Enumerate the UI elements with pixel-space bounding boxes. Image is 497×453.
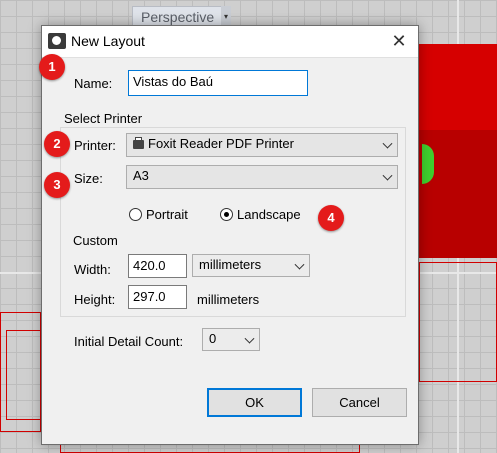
model-wireframe-right bbox=[419, 262, 497, 382]
detail-count-label: Initial Detail Count: bbox=[74, 334, 184, 349]
printer-label: Printer: bbox=[74, 138, 116, 153]
select-printer-label: Select Printer bbox=[64, 111, 143, 126]
annotation-badge-3: 3 bbox=[44, 172, 70, 198]
height-label: Height: bbox=[74, 292, 116, 307]
chevron-down-icon bbox=[244, 333, 255, 344]
height-unit-label: millimeters bbox=[197, 292, 260, 307]
close-icon[interactable]: ✕ bbox=[387, 29, 411, 53]
detail-count-select[interactable]: 0 bbox=[202, 328, 260, 351]
model-top-block bbox=[419, 44, 497, 130]
new-layout-dialog: New Layout ✕ Name: Vistas do Baú Select … bbox=[41, 25, 419, 445]
ok-button[interactable]: OK bbox=[207, 388, 302, 417]
annotation-badge-1: 1 bbox=[39, 54, 65, 80]
perspective-tab-label: Perspective bbox=[141, 9, 215, 25]
size-label: Size: bbox=[74, 171, 103, 186]
name-input[interactable]: Vistas do Baú bbox=[128, 70, 308, 96]
width-input[interactable]: 420.0 bbox=[128, 254, 187, 278]
custom-label: Custom bbox=[73, 233, 118, 248]
height-input[interactable]: 297.0 bbox=[128, 285, 187, 309]
printer-icon bbox=[133, 137, 144, 149]
chevron-down-icon bbox=[294, 259, 305, 270]
units-select[interactable]: millimeters bbox=[192, 254, 310, 277]
portrait-radio[interactable] bbox=[129, 208, 142, 221]
cancel-button[interactable]: Cancel bbox=[312, 388, 407, 417]
printer-select-value: Foxit Reader PDF Printer bbox=[148, 136, 294, 151]
portrait-label[interactable]: Portrait bbox=[146, 207, 188, 222]
name-label: Name: bbox=[74, 76, 113, 91]
width-label: Width: bbox=[74, 262, 111, 277]
units-select-value: millimeters bbox=[199, 257, 262, 272]
dialog-title: New Layout bbox=[71, 33, 145, 49]
dialog-titlebar[interactable]: New Layout ✕ bbox=[42, 26, 418, 58]
rhino-app-icon bbox=[48, 33, 66, 49]
gumball-handle-icon bbox=[422, 144, 434, 184]
size-select-value: A3 bbox=[133, 168, 149, 183]
model-wireframe-left-inner bbox=[6, 330, 41, 420]
detail-count-value: 0 bbox=[209, 331, 217, 346]
size-select[interactable]: A3 bbox=[126, 165, 398, 189]
landscape-label[interactable]: Landscape bbox=[237, 207, 301, 222]
chevron-down-icon bbox=[382, 138, 393, 149]
landscape-radio[interactable] bbox=[220, 208, 233, 221]
chevron-down-icon bbox=[382, 170, 393, 181]
annotation-badge-4: 4 bbox=[318, 205, 344, 231]
annotation-badge-2: 2 bbox=[44, 131, 70, 157]
printer-select[interactable]: Foxit Reader PDF Printer bbox=[126, 133, 398, 157]
